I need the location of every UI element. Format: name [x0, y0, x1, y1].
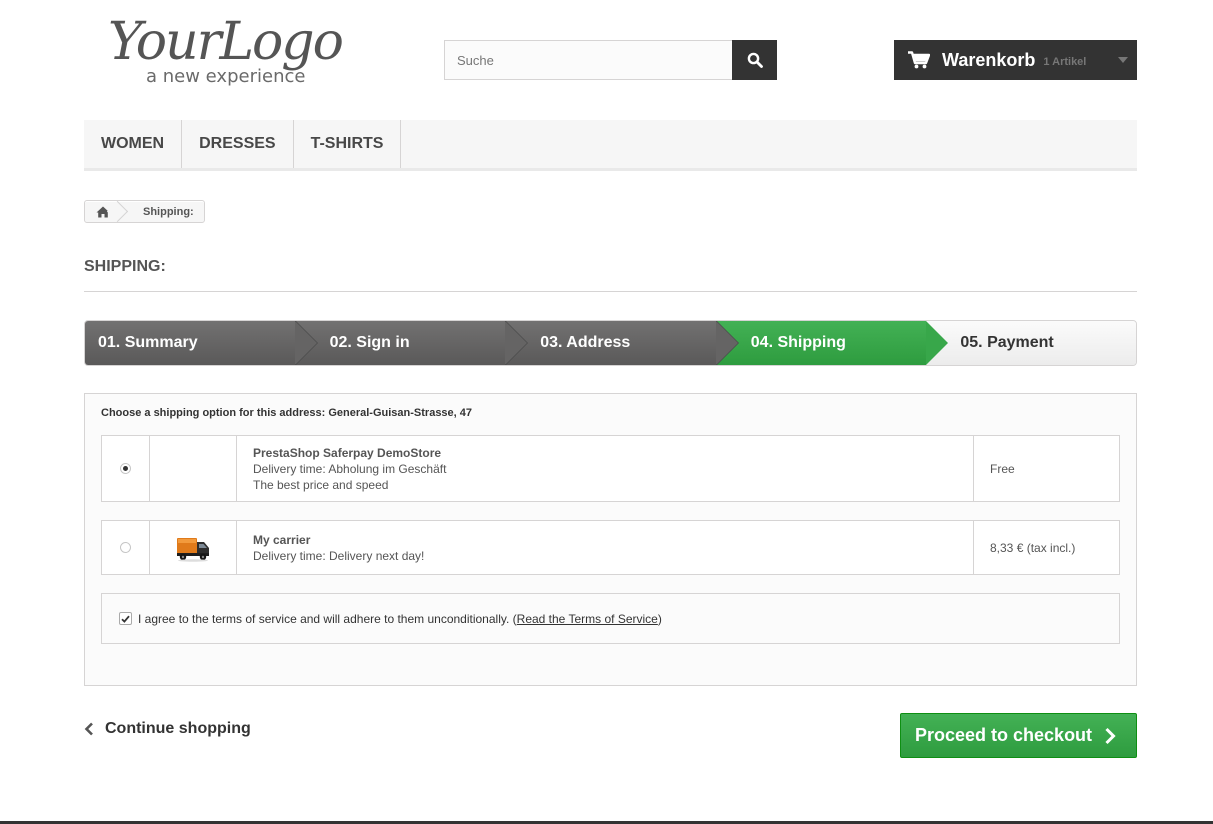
- step-arrow-icon: [715, 321, 738, 365]
- chevron-right-icon: [1105, 727, 1116, 744]
- chevron-left-icon: [84, 722, 93, 736]
- breadcrumb: Shipping:: [84, 200, 205, 223]
- carrier-delivery-time: Delivery time: Abholung im Geschäft: [253, 461, 447, 476]
- delivery-radio-saferpay[interactable]: [120, 463, 131, 474]
- home-icon: [96, 206, 110, 217]
- cart-button[interactable]: Warenkorb 1 Artikel: [894, 40, 1137, 80]
- cart-label: Warenkorb: [942, 49, 1036, 70]
- cart-icon: [908, 51, 930, 69]
- carrier-price: Free: [990, 461, 1015, 476]
- delivery-options-box: Choose a shipping option for this addres…: [84, 393, 1137, 686]
- step-address[interactable]: 03. Address: [506, 321, 739, 365]
- terms-checkbox[interactable]: [119, 612, 132, 625]
- menu-item-tshirts[interactable]: T-SHIRTS: [294, 120, 402, 168]
- cart-dropdown-icon[interactable]: [1118, 57, 1128, 63]
- breadcrumb-home[interactable]: [85, 201, 121, 222]
- cart-count: 1 Artikel: [1043, 55, 1087, 68]
- search-icon: [747, 52, 763, 68]
- page-title: SHIPPING:: [84, 258, 1137, 292]
- terms-text: I agree to the terms of service and will…: [138, 611, 510, 626]
- delivery-address-title: Choose a shipping option for this addres…: [101, 407, 473, 419]
- carrier-name: PrestaShop Saferpay DemoStore: [253, 445, 442, 460]
- continue-shopping-button[interactable]: Continue shopping: [84, 720, 251, 738]
- search-bar: [444, 40, 777, 80]
- main-menu: WOMEN DRESSES T-SHIRTS: [84, 120, 1137, 171]
- carrier-logo-empty: [150, 436, 237, 501]
- checkout-steps: 01. Summary 02. Sign in 03. Address 04. …: [84, 320, 1137, 366]
- step-summary[interactable]: 01. Summary: [85, 321, 318, 365]
- logo-tagline: a new experience: [146, 66, 306, 87]
- step-arrow-icon: [505, 321, 528, 365]
- search-input[interactable]: [444, 40, 732, 80]
- terms-link[interactable]: Read the Terms of Service: [517, 612, 658, 626]
- terms-of-service: I agree to the terms of service and will…: [101, 593, 1120, 644]
- menu-item-women[interactable]: WOMEN: [84, 120, 183, 168]
- carrier-extra: The best price and speed: [253, 477, 389, 492]
- checkmark-icon: [121, 615, 130, 623]
- site-logo[interactable]: YourLogo a new experience: [104, 12, 364, 90]
- step-payment: 05. Payment: [926, 321, 1136, 365]
- logo-wordmark: YourLogo: [108, 12, 344, 72]
- delivery-radio-my-carrier[interactable]: [120, 542, 131, 553]
- carrier-price: 8,33 € (tax incl.): [990, 540, 1076, 555]
- step-arrow-icon: [926, 321, 949, 365]
- menu-item-dresses[interactable]: DRESSES: [182, 120, 294, 168]
- carrier-name: My carrier: [253, 532, 311, 547]
- carrier-delivery-time: Delivery time: Delivery next day!: [253, 548, 425, 563]
- proceed-to-checkout-button[interactable]: Proceed to checkout: [900, 713, 1137, 758]
- search-button[interactable]: [732, 40, 777, 80]
- step-arrow-icon: [294, 321, 317, 365]
- continue-shopping-label: Continue shopping: [105, 720, 251, 737]
- truck-icon: [177, 537, 209, 562]
- delivery-option-my-carrier[interactable]: My carrier Delivery time: Delivery next …: [101, 520, 1120, 575]
- delivery-option-saferpay[interactable]: PrestaShop Saferpay DemoStore Delivery t…: [101, 435, 1120, 502]
- step-sign-in[interactable]: 02. Sign in: [295, 321, 529, 365]
- checkout-label: Proceed to checkout: [915, 725, 1093, 745]
- step-shipping: 04. Shipping: [716, 321, 949, 365]
- breadcrumb-current: Shipping:: [143, 205, 194, 218]
